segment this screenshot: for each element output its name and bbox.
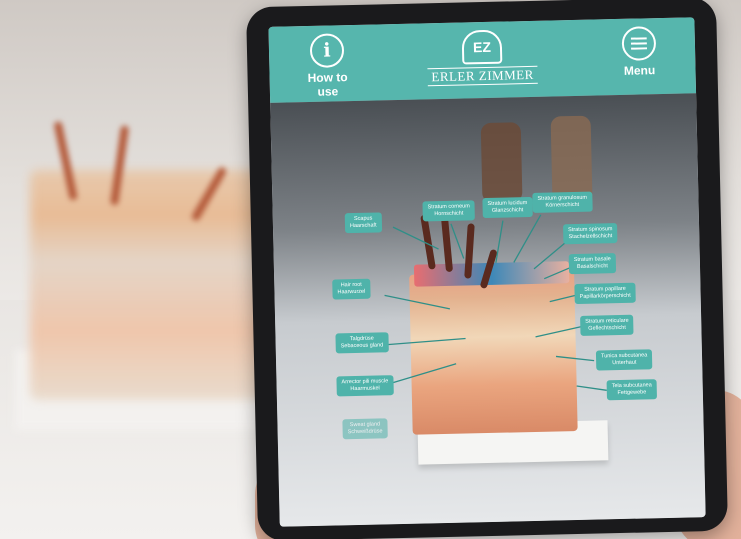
label-tunica-subcutanea[interactable]: Tunica subcutanea Unterhaut xyxy=(595,349,653,371)
label-stratum-granulosum[interactable]: Stratum granulosum Körnerschicht xyxy=(532,191,593,213)
label-stratum-corneum[interactable]: Stratum corneum Hornschicht xyxy=(422,200,476,222)
how-to-use-button[interactable]: i How to use xyxy=(297,33,358,99)
menu-label: Menu xyxy=(623,63,656,78)
label-scapus[interactable]: Scapus Haarschaft xyxy=(344,212,382,234)
ar-camera-view: Scapus Haarschaft Stratum corneum Hornsc… xyxy=(270,93,706,527)
app-header: i How to use EZ ERLER ZIMMER Menu xyxy=(268,17,697,103)
brand-logo: EZ ERLER ZIMMER xyxy=(417,29,548,87)
info-icon: i xyxy=(309,33,345,68)
how-to-use-label: How to use xyxy=(307,70,348,99)
label-sweat-gland[interactable]: Sweat gland Schweißdrüse xyxy=(342,418,388,440)
blurred-skin-model xyxy=(30,170,280,400)
tablet-device: i How to use EZ ERLER ZIMMER Menu Scapus… xyxy=(246,0,728,539)
label-arrector-pili[interactable]: Arrector pili muscle Haarmuskel xyxy=(336,375,394,397)
label-fat-tissue[interactable]: Tela subcutanea Fettgewebe xyxy=(606,379,658,401)
hamburger-icon xyxy=(621,26,657,61)
label-stratum-papillare[interactable]: Stratum papillare Papillarkörperschicht xyxy=(574,282,636,305)
label-hair-root[interactable]: Hair root Haarwurzel xyxy=(332,278,371,300)
label-leader-lines xyxy=(375,214,607,391)
label-stratum-basale[interactable]: Stratum basale Basalschicht xyxy=(568,253,617,275)
brand-name: ERLER ZIMMER xyxy=(427,65,539,87)
brand-monogram: EZ xyxy=(461,29,503,65)
photo-scene: i How to use EZ ERLER ZIMMER Menu Scapus… xyxy=(0,0,741,539)
tablet-screen: i How to use EZ ERLER ZIMMER Menu Scapus… xyxy=(268,17,706,527)
label-sebaceous-gland[interactable]: Talgdrüse Sebaceous gland xyxy=(335,332,389,354)
menu-button[interactable]: Menu xyxy=(609,26,670,78)
label-stratum-spinosum[interactable]: Stratum spinosum Stachelzellschicht xyxy=(563,223,618,245)
label-stratum-lucidum[interactable]: Stratum lucidum Glanzschicht xyxy=(482,196,533,219)
label-stratum-reticulare[interactable]: Stratum reticulare Geflechtschicht xyxy=(580,314,634,336)
